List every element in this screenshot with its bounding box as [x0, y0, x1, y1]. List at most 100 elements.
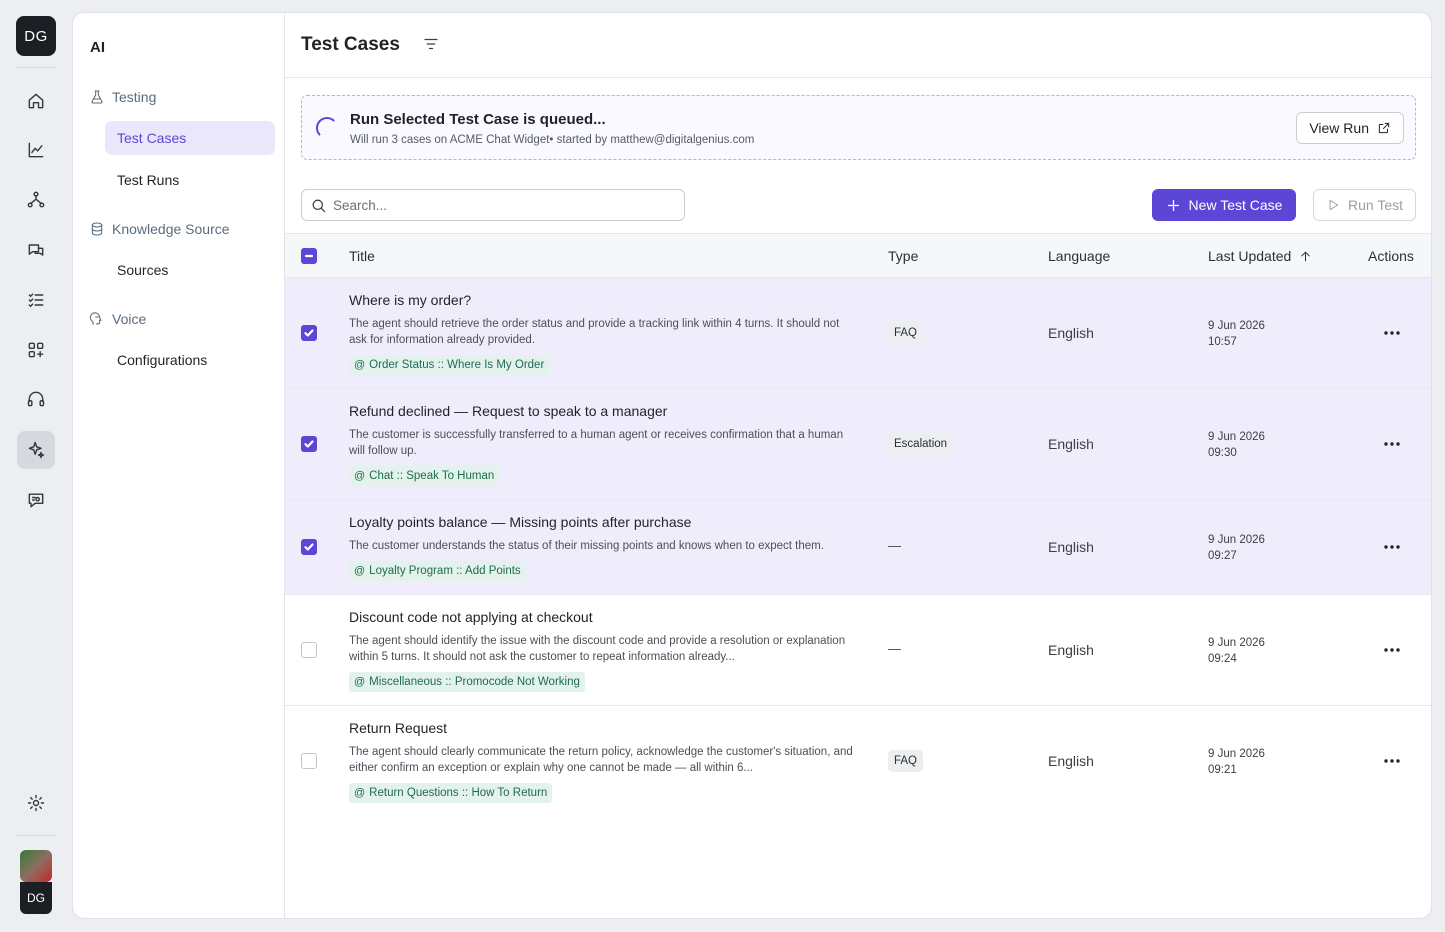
intent-tag-label: Chat :: Speak To Human [369, 470, 495, 482]
more-horizontal-icon [1384, 442, 1400, 446]
row-title[interactable]: Where is my order? [349, 292, 471, 308]
search-field[interactable] [301, 189, 685, 221]
type-empty: — [888, 538, 901, 553]
nav-analytics[interactable] [17, 131, 55, 169]
table-row[interactable]: Discount code not applying at checkout T… [285, 595, 1431, 706]
nav-chat-settings[interactable] [17, 481, 55, 519]
row-description: The customer understands the status of t… [349, 540, 824, 552]
support-icon [27, 391, 45, 407]
page-header: Test Cases [285, 13, 1431, 78]
main-panel: AI Testing Test Cases Test Runs Knowledg… [72, 12, 1432, 919]
row-date: 9 Jun 2026 [1208, 320, 1265, 332]
plus-icon [1167, 199, 1179, 211]
intent-tag: @ Loyalty Program :: Add Points [349, 561, 526, 581]
nav-integrations[interactable] [17, 331, 55, 369]
column-actions: Actions [1368, 248, 1414, 264]
table-row[interactable]: Return Request The agent should clearly … [285, 706, 1431, 817]
flows-icon [27, 191, 45, 208]
nav-tasks[interactable] [17, 281, 55, 319]
nav-conversations[interactable] [17, 231, 55, 269]
column-language[interactable]: Language [1048, 248, 1110, 264]
row-time: 09:24 [1208, 653, 1237, 665]
conversations-icon [28, 244, 44, 256]
section-label: Testing [112, 89, 157, 105]
at-icon: @ [354, 676, 366, 688]
row-checkbox[interactable] [301, 753, 317, 769]
view-run-label: View Run [1309, 120, 1369, 136]
table-header: Title Type Language Last Updated Actions [285, 233, 1431, 278]
rail-divider [16, 67, 56, 68]
section-label: Knowledge Source [112, 221, 230, 237]
subnav-item-test-cases[interactable]: Test Cases [105, 121, 275, 155]
row-actions-button[interactable] [1382, 537, 1402, 557]
row-checkbox[interactable] [301, 436, 317, 452]
row-language: English [1048, 539, 1094, 555]
column-last-updated[interactable]: Last Updated [1208, 248, 1312, 264]
analytics-icon [28, 142, 44, 158]
row-last-updated: 9 Jun 2026 09:30 [1208, 429, 1265, 461]
integrations-icon [28, 342, 44, 358]
row-title[interactable]: Loyalty points balance — Missing points … [349, 514, 691, 530]
row-last-updated: 9 Jun 2026 09:24 [1208, 635, 1265, 667]
row-title[interactable]: Refund declined — Request to speak to a … [349, 403, 667, 419]
search-input[interactable] [333, 197, 663, 213]
subnav-item-test-runs[interactable]: Test Runs [105, 163, 275, 197]
home-icon [28, 93, 44, 109]
type-empty: — [888, 641, 901, 656]
run-test-button[interactable]: Run Test [1313, 189, 1416, 221]
row-last-updated: 9 Jun 2026 09:27 [1208, 532, 1265, 564]
queued-run-banner: Run Selected Test Case is queued... Will… [301, 95, 1416, 160]
type-badge: FAQ [888, 322, 924, 344]
row-last-updated: 9 Jun 2026 10:57 [1208, 318, 1265, 350]
rail-divider [16, 835, 56, 836]
row-checkbox[interactable] [301, 539, 317, 555]
row-actions-button[interactable] [1382, 323, 1402, 343]
workspace-logo[interactable]: DG [16, 16, 56, 56]
row-description: The agent should retrieve the order stat… [349, 318, 840, 346]
user-initials[interactable]: DG [20, 882, 52, 914]
type-badge: FAQ [888, 750, 924, 772]
row-checkbox[interactable] [301, 325, 317, 341]
search-icon [312, 199, 326, 212]
table-row[interactable]: Refund declined — Request to speak to a … [285, 389, 1431, 500]
row-type: Escalation [888, 433, 954, 455]
new-test-case-button[interactable]: New Test Case [1152, 189, 1296, 221]
row-actions-button[interactable] [1382, 434, 1402, 454]
select-all-checkbox[interactable] [301, 248, 317, 264]
intent-tag-label: Loyalty Program :: Add Points [369, 565, 521, 577]
table-row[interactable]: Loyalty points balance — Missing points … [285, 500, 1431, 595]
row-date: 9 Jun 2026 [1208, 534, 1265, 546]
at-icon: @ [354, 359, 366, 371]
intent-tag: @ Miscellaneous :: Promocode Not Working [349, 672, 585, 692]
column-title[interactable]: Title [349, 248, 375, 264]
intent-tag-label: Order Status :: Where Is My Order [369, 359, 545, 371]
row-time: 09:30 [1208, 447, 1237, 459]
section-knowledge-source: Knowledge Source [89, 221, 230, 237]
banner-title: Run Selected Test Case is queued... [350, 111, 606, 128]
row-title[interactable]: Discount code not applying at checkout [349, 609, 593, 625]
row-description: The customer is successfully transferred… [349, 429, 844, 457]
more-horizontal-icon [1384, 331, 1400, 335]
row-title[interactable]: Return Request [349, 720, 447, 736]
tasks-icon [28, 293, 44, 307]
intent-tag: @ Order Status :: Where Is My Order [349, 355, 550, 375]
view-run-button[interactable]: View Run [1296, 112, 1404, 144]
user-avatar[interactable] [20, 850, 52, 882]
subnav-item-configurations[interactable]: Configurations [105, 343, 275, 377]
row-language: English [1048, 753, 1094, 769]
row-checkbox[interactable] [301, 642, 317, 658]
nav-flows[interactable] [17, 181, 55, 219]
row-actions-button[interactable] [1382, 751, 1402, 771]
table-row[interactable]: Where is my order? The agent should retr… [285, 278, 1431, 389]
row-type: — [888, 641, 901, 656]
filter-button[interactable] [422, 35, 440, 56]
nav-settings[interactable] [17, 784, 55, 822]
nav-support[interactable] [17, 380, 55, 418]
column-type[interactable]: Type [888, 248, 918, 264]
nav-ai[interactable] [17, 431, 55, 469]
row-actions-button[interactable] [1382, 640, 1402, 660]
external-link-icon [1378, 122, 1390, 134]
nav-home[interactable] [17, 82, 55, 120]
subnav-title: AI [90, 39, 105, 56]
subnav-item-sources[interactable]: Sources [105, 253, 275, 287]
